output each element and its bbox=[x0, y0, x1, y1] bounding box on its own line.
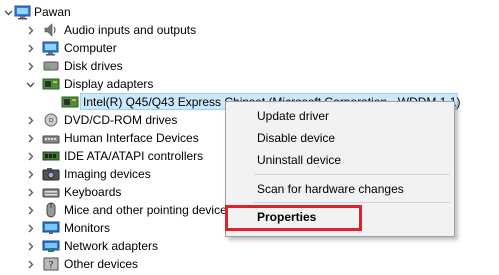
mouse-icon bbox=[42, 202, 60, 218]
display-adapter-icon bbox=[61, 94, 79, 110]
menu-item-label: Update driver bbox=[257, 109, 330, 123]
context-menu: Update driver Disable device Uninstall d… bbox=[225, 101, 455, 237]
camera-icon bbox=[42, 166, 60, 182]
category-label: IDE ATA/ATAPI controllers bbox=[64, 149, 204, 163]
chevron-right-icon[interactable] bbox=[24, 222, 36, 234]
tree-root-pawan[interactable]: Pawan bbox=[0, 3, 499, 21]
category-label: Other devices bbox=[64, 257, 139, 271]
category-disk-drives[interactable]: Disk drives bbox=[0, 57, 499, 75]
menu-item-disable-device[interactable]: Disable device bbox=[226, 127, 454, 149]
category-label: Audio inputs and outputs bbox=[64, 23, 197, 37]
category-label: Network adapters bbox=[64, 239, 159, 253]
category-display-adapters[interactable]: Display adapters bbox=[0, 75, 499, 93]
menu-item-uninstall-device[interactable]: Uninstall device bbox=[226, 149, 454, 171]
category-label: Computer bbox=[64, 41, 117, 55]
keyboard-icon bbox=[42, 184, 60, 200]
chevron-right-icon[interactable] bbox=[24, 42, 36, 54]
chevron-down-icon[interactable] bbox=[2, 6, 14, 18]
display-adapter-icon bbox=[42, 76, 60, 92]
monitor-icon bbox=[42, 220, 60, 236]
category-label: Monitors bbox=[64, 221, 111, 235]
chevron-right-icon[interactable] bbox=[24, 60, 36, 72]
menu-item-label: Disable device bbox=[257, 131, 336, 145]
tree-root-label: Pawan bbox=[34, 5, 71, 19]
chevron-right-icon[interactable] bbox=[24, 204, 36, 216]
chevron-right-icon[interactable] bbox=[24, 186, 36, 198]
category-label: Display adapters bbox=[64, 77, 154, 91]
menu-item-properties[interactable]: Properties bbox=[226, 206, 454, 228]
category-label: Keyboards bbox=[64, 185, 122, 199]
category-network-adapters[interactable]: Network adapters bbox=[0, 237, 499, 255]
chevron-right-icon[interactable] bbox=[24, 114, 36, 126]
category-label: Disk drives bbox=[64, 59, 123, 73]
network-adapter-icon bbox=[42, 238, 60, 254]
unknown-device-icon: ? bbox=[42, 256, 60, 272]
category-label: DVD/CD-ROM drives bbox=[64, 113, 178, 127]
menu-item-label: Uninstall device bbox=[257, 153, 342, 167]
chevron-right-icon[interactable] bbox=[24, 132, 36, 144]
chevron-right-icon[interactable] bbox=[24, 168, 36, 180]
ide-controller-icon bbox=[42, 148, 60, 164]
menu-item-label: Scan for hardware changes bbox=[257, 182, 404, 196]
category-label: Mice and other pointing devices bbox=[64, 203, 233, 217]
chevron-right-icon[interactable] bbox=[24, 150, 36, 162]
dvd-drive-icon bbox=[42, 112, 60, 128]
category-audio[interactable]: Audio inputs and outputs bbox=[0, 21, 499, 39]
category-label: Human Interface Devices bbox=[64, 131, 199, 145]
chevron-down-icon[interactable] bbox=[24, 78, 36, 90]
speaker-icon bbox=[42, 22, 60, 38]
category-label: Imaging devices bbox=[64, 167, 151, 181]
computer-icon bbox=[14, 4, 32, 20]
category-computer[interactable]: Computer bbox=[0, 39, 499, 57]
chevron-right-icon[interactable] bbox=[24, 24, 36, 36]
menu-item-scan-hardware[interactable]: Scan for hardware changes bbox=[226, 178, 454, 200]
menu-item-label: Properties bbox=[257, 210, 317, 224]
computer-icon bbox=[42, 40, 60, 56]
menu-separator bbox=[254, 174, 450, 175]
menu-separator bbox=[254, 202, 450, 203]
svg-text:?: ? bbox=[48, 260, 53, 271]
category-other-devices[interactable]: ? Other devices bbox=[0, 255, 499, 273]
menu-item-update-driver[interactable]: Update driver bbox=[226, 105, 454, 127]
hid-icon bbox=[42, 130, 60, 146]
chevron-right-icon[interactable] bbox=[24, 240, 36, 252]
disk-drive-icon bbox=[42, 58, 60, 74]
chevron-right-icon[interactable] bbox=[24, 258, 36, 270]
